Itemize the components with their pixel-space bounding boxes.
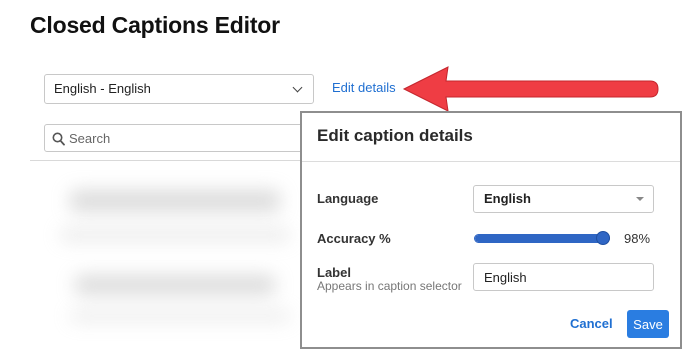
accuracy-label: Accuracy % — [317, 231, 391, 246]
dialog-language-select[interactable]: English — [473, 185, 654, 213]
search-icon — [52, 132, 65, 146]
label-field-sublabel: Appears in caption selector — [317, 279, 462, 293]
edit-caption-details-dialog: Edit caption details Language English Ac… — [300, 111, 682, 349]
page-title: Closed Captions Editor — [30, 12, 280, 38]
chevron-down-icon — [292, 82, 303, 93]
accuracy-slider-track[interactable] — [474, 234, 610, 243]
caret-down-icon — [636, 197, 644, 201]
annotation-arrow-icon — [402, 66, 659, 112]
accuracy-slider-fill — [475, 235, 607, 242]
label-input[interactable] — [473, 263, 654, 291]
search-input[interactable] — [69, 128, 309, 148]
edit-details-link[interactable]: Edit details — [332, 80, 396, 95]
divider — [30, 160, 310, 161]
dialog-language-value: English — [484, 191, 531, 206]
language-label: Language — [317, 191, 379, 206]
label-field-label: Label — [317, 265, 351, 280]
caption-language-value: English - English — [54, 81, 151, 96]
cancel-button[interactable]: Cancel — [570, 316, 613, 331]
save-button[interactable]: Save — [627, 310, 669, 338]
search-field[interactable] — [44, 124, 324, 152]
dialog-title: Edit caption details — [317, 126, 473, 145]
accuracy-slider-thumb[interactable] — [596, 231, 611, 245]
caption-language-select[interactable]: English - English — [44, 74, 314, 104]
accuracy-value: 98% — [624, 231, 651, 246]
blurred-caption-list — [30, 170, 305, 349]
